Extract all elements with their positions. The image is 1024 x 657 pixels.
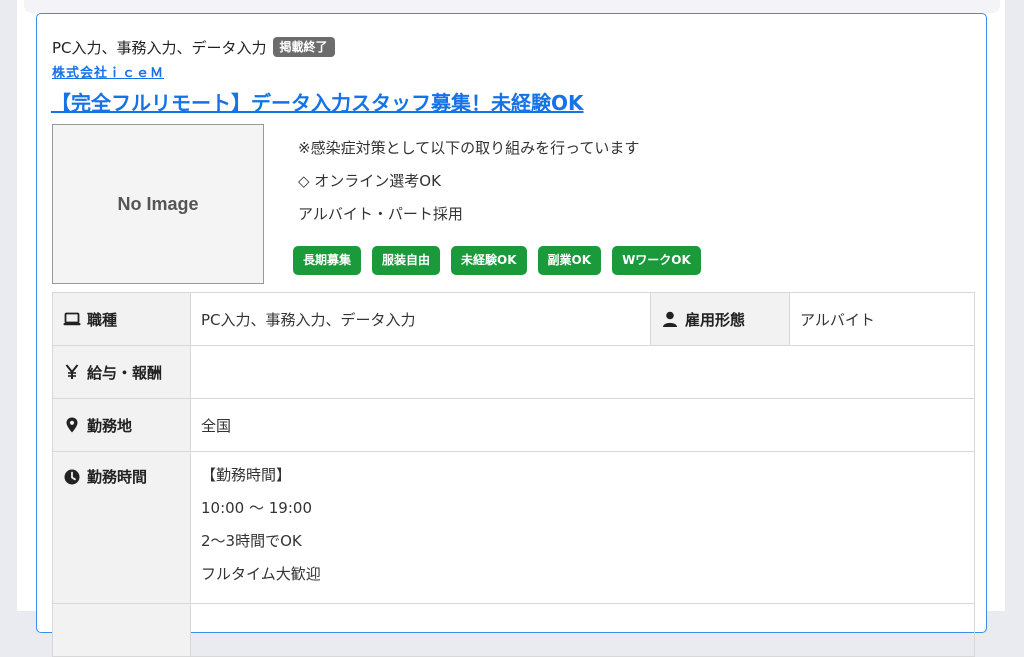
hours-label: 勤務時間 bbox=[87, 468, 148, 486]
location-value: 全国 bbox=[190, 398, 975, 452]
previous-card-edge bbox=[24, 0, 1000, 13]
employment-label: 雇用形態 bbox=[685, 310, 746, 329]
job-type-header: 職種 bbox=[52, 292, 191, 346]
intro-line: ※感染症対策として以下の取り組みを行っています bbox=[298, 139, 640, 157]
salary-label: 給与・報酬 bbox=[87, 363, 163, 382]
job-listing-card: PC入力、事務入力、データ入力 掲載終了 株式会社ｉｃｅＭ 【完全フルリモート】… bbox=[36, 13, 987, 657]
hours-header: 勤務時間 bbox=[52, 451, 191, 604]
listing-image-placeholder: No Image bbox=[52, 124, 264, 284]
employment-header: 雇用形態 bbox=[650, 292, 790, 346]
salary-value bbox=[190, 345, 975, 399]
job-details-table: 職種 PC入力、事務入力、データ入力 雇用形態 アルバイト 給与・報酬 勤務地 … bbox=[52, 292, 975, 657]
tag-no-experience: 未経験OK bbox=[451, 246, 527, 275]
listing-intro: ※感染症対策として以下の取り組みを行っています ◇ オンライン選考OK アルバイ… bbox=[298, 136, 639, 235]
company-link[interactable]: 株式会社ｉｃｅＭ bbox=[52, 62, 164, 81]
job-type-value: PC入力、事務入力、データ入力 bbox=[190, 292, 651, 346]
category-text: PC入力、事務入力、データ入力 bbox=[52, 38, 267, 57]
next-row-value bbox=[190, 603, 975, 657]
feature-tags: 長期募集 服装自由 未経験OK 副業OK WワークOK bbox=[293, 246, 701, 275]
table-row: 給与・報酬 bbox=[52, 345, 975, 399]
location-header: 勤務地 bbox=[52, 398, 191, 452]
tag-double-work: WワークOK bbox=[612, 246, 701, 275]
job-type-label: 職種 bbox=[87, 310, 118, 329]
intro-line: アルバイト・パート採用 bbox=[298, 205, 463, 223]
employment-value: アルバイト bbox=[789, 292, 975, 346]
tag-free-dress: 服装自由 bbox=[372, 246, 441, 275]
location-label: 勤務地 bbox=[87, 416, 133, 435]
status-badge: 掲載終了 bbox=[272, 37, 335, 57]
category-line: PC入力、事務入力、データ入力 掲載終了 bbox=[52, 34, 335, 60]
clock-icon bbox=[63, 468, 81, 486]
table-row bbox=[52, 603, 975, 657]
salary-header: 給与・報酬 bbox=[52, 345, 191, 399]
tag-side-job: 副業OK bbox=[537, 246, 602, 275]
laptop-icon bbox=[63, 310, 81, 328]
intro-line: ◇ オンライン選考OK bbox=[298, 172, 441, 190]
no-image-text: No Image bbox=[117, 193, 199, 214]
table-row: 勤務時間 【勤務時間】 10:00 ～ 19:00 2～3時間でOK フルタイム… bbox=[52, 451, 975, 604]
hours-line: フルタイム大歓迎 bbox=[201, 565, 321, 583]
next-row-header bbox=[52, 603, 191, 657]
person-icon bbox=[661, 310, 679, 328]
hours-line: 10:00 ～ 19:00 bbox=[201, 499, 312, 517]
hours-line: 2～3時間でOK bbox=[201, 532, 302, 550]
map-pin-icon bbox=[63, 416, 81, 434]
table-row: 勤務地 全国 bbox=[52, 398, 975, 452]
yen-icon bbox=[63, 363, 81, 381]
hours-line: 【勤務時間】 bbox=[201, 466, 292, 484]
job-title-link[interactable]: 【完全フルリモート】データ入力スタッフ募集！未経験OK bbox=[51, 87, 584, 116]
tag-long-term: 長期募集 bbox=[293, 246, 362, 275]
hours-value: 【勤務時間】 10:00 ～ 19:00 2～3時間でOK フルタイム大歓迎 bbox=[190, 451, 975, 604]
table-row: 職種 PC入力、事務入力、データ入力 雇用形態 アルバイト bbox=[52, 292, 975, 346]
